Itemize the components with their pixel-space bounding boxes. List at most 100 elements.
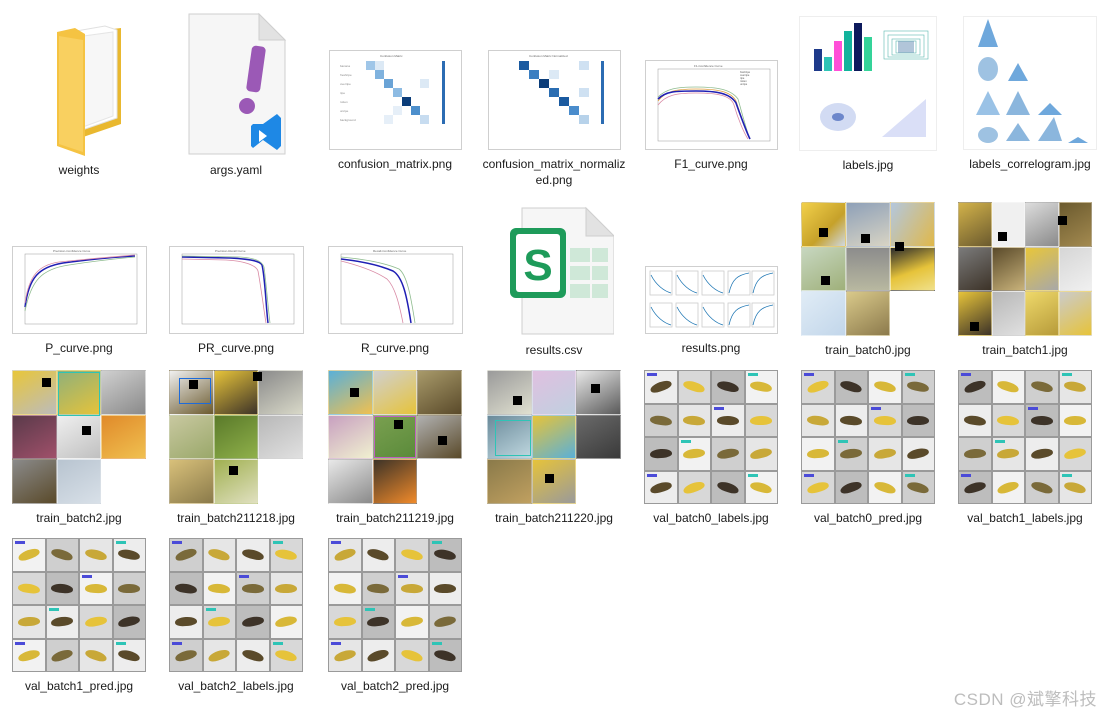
batch-cell xyxy=(677,403,711,437)
file-train-batch2[interactable]: train_batch2.jpg xyxy=(4,366,154,526)
label-tag xyxy=(804,373,814,376)
batch-cell xyxy=(328,605,362,639)
file-train-batch211219[interactable]: train_batch211219.jpg xyxy=(320,366,470,526)
batch-cell xyxy=(12,605,46,639)
file-name: F1_curve.png xyxy=(674,157,748,171)
file-f1-curve[interactable]: F1-Confidence Curve freshripe overripe rip… xyxy=(636,6,786,172)
batch-cell xyxy=(801,470,835,504)
batch-cell xyxy=(901,403,935,437)
batch-cell xyxy=(868,437,902,471)
svg-text:background: background xyxy=(340,118,356,122)
banana-shape xyxy=(682,378,707,395)
banana-shape xyxy=(84,615,108,629)
banana-shape xyxy=(173,647,198,663)
banana-shape xyxy=(1030,415,1053,426)
svg-text:Precision-Recall Curve: Precision-Recall Curve xyxy=(215,249,246,253)
file-val-batch2-labels[interactable]: val_batch2_labels.jpg xyxy=(161,534,311,694)
file-train-batch211218[interactable]: train_batch211218.jpg xyxy=(161,366,311,526)
banana-shape xyxy=(996,447,1020,460)
banana-shape xyxy=(716,447,740,461)
banana-shape xyxy=(806,414,830,427)
batch-cell xyxy=(269,571,303,605)
batch-cell xyxy=(361,638,395,672)
batch-cell xyxy=(744,403,778,437)
banana-shape xyxy=(207,615,231,628)
image-thumbnail: Recall-Confidence Curve xyxy=(327,246,463,334)
file-r-curve[interactable]: Recall-Confidence Curve R_curve.png xyxy=(320,198,470,356)
file-train-batch0[interactable]: train_batch0.jpg xyxy=(793,198,943,358)
label-tag xyxy=(115,541,126,544)
svg-text:Precision-Confidence Curve: Precision-Confidence Curve xyxy=(53,249,91,253)
file-val-batch0-labels[interactable]: val_batch0_labels.jpg xyxy=(636,366,786,526)
banana-shape xyxy=(366,582,390,594)
banana-shape xyxy=(1063,446,1088,461)
batch-cell xyxy=(395,638,429,672)
banana-shape xyxy=(173,546,198,563)
banana-shape xyxy=(174,616,198,628)
batch-cell xyxy=(868,403,902,437)
banana-shape xyxy=(839,378,864,395)
file-val-batch0-pred[interactable]: val_batch0_pred.jpg xyxy=(793,366,943,526)
svg-text:unripe: unripe xyxy=(340,109,349,113)
batch-cell xyxy=(361,571,395,605)
file-results-csv[interactable]: S results.csv xyxy=(479,198,629,358)
banana-shape xyxy=(963,414,987,427)
banana-shape xyxy=(50,546,75,563)
file-name: train_batch1.jpg xyxy=(982,343,1068,357)
batch-cell xyxy=(744,470,778,504)
batch-cell xyxy=(395,538,429,572)
image-thumbnail xyxy=(644,266,778,334)
batch-cell xyxy=(169,538,203,572)
file-val-batch1-pred[interactable]: val_batch1_pred.jpg xyxy=(4,534,154,694)
batch-cell xyxy=(1058,403,1092,437)
banana-shape xyxy=(275,583,298,594)
batch-cell xyxy=(677,470,711,504)
file-pr-curve[interactable]: Precision-Recall Curve PR_curve.png xyxy=(161,198,311,356)
file-weights[interactable]: weights xyxy=(4,6,154,178)
label-tag xyxy=(1061,373,1072,376)
banana-shape xyxy=(16,647,41,663)
batch-cell xyxy=(428,538,462,572)
batch-cell xyxy=(1025,437,1059,471)
image-thumbnail xyxy=(328,370,462,504)
file-args-yaml[interactable]: args.yaml xyxy=(161,6,311,178)
image-thumbnail xyxy=(12,538,146,672)
batch-cell xyxy=(395,605,429,639)
file-labels-correlogram[interactable]: labels_correlogram.jpg xyxy=(950,6,1107,172)
banana-shape xyxy=(16,546,41,563)
label-tag xyxy=(1028,406,1038,410)
banana-shape xyxy=(749,379,773,394)
image-thumbnail xyxy=(328,538,462,672)
file-val-batch2-pred[interactable]: val_batch2_pred.jpg xyxy=(320,534,470,694)
file-val-batch1-labels[interactable]: val_batch1_labels.jpg xyxy=(950,366,1100,526)
file-name: train_batch211220.jpg xyxy=(495,511,613,525)
file-train-batch1[interactable]: train_batch1.jpg xyxy=(950,198,1100,358)
image-thumbnail xyxy=(169,370,303,504)
banana-shape xyxy=(366,546,391,563)
file-train-batch211220[interactable]: train_batch211220.jpg xyxy=(479,366,629,526)
file-name: val_batch1_labels.jpg xyxy=(967,511,1083,525)
file-confusion-matrix[interactable]: Confusion Matrix banana freshripe overripe… xyxy=(320,6,470,172)
file-name: val_batch1_pred.jpg xyxy=(24,679,134,693)
batch-cell xyxy=(361,538,395,572)
banana-shape xyxy=(872,379,897,394)
label-tag xyxy=(904,473,915,477)
file-labels[interactable]: labels.jpg xyxy=(793,6,943,173)
file-name: val_batch0_pred.jpg xyxy=(813,511,923,525)
banana-shape xyxy=(996,414,1020,426)
svg-text:unripe: unripe xyxy=(740,82,748,86)
banana-shape xyxy=(906,446,931,461)
batch-cell xyxy=(236,538,270,572)
label-tag xyxy=(172,641,182,645)
batch-cell xyxy=(202,605,236,639)
file-results-png[interactable]: results.png xyxy=(636,198,786,356)
banana-shape xyxy=(873,447,897,461)
banana-shape xyxy=(806,448,830,460)
batch-cell xyxy=(1058,370,1092,404)
label-tag xyxy=(431,641,442,645)
file-p-curve[interactable]: Precision-Confidence Curve P_curve.png xyxy=(4,198,154,356)
batch-cell xyxy=(269,538,303,572)
batch-cell xyxy=(868,370,902,404)
file-confusion-matrix-normalized[interactable]: Confusion Matrix Normalized confusion_ma… xyxy=(479,6,629,188)
batch-cell xyxy=(801,437,835,471)
